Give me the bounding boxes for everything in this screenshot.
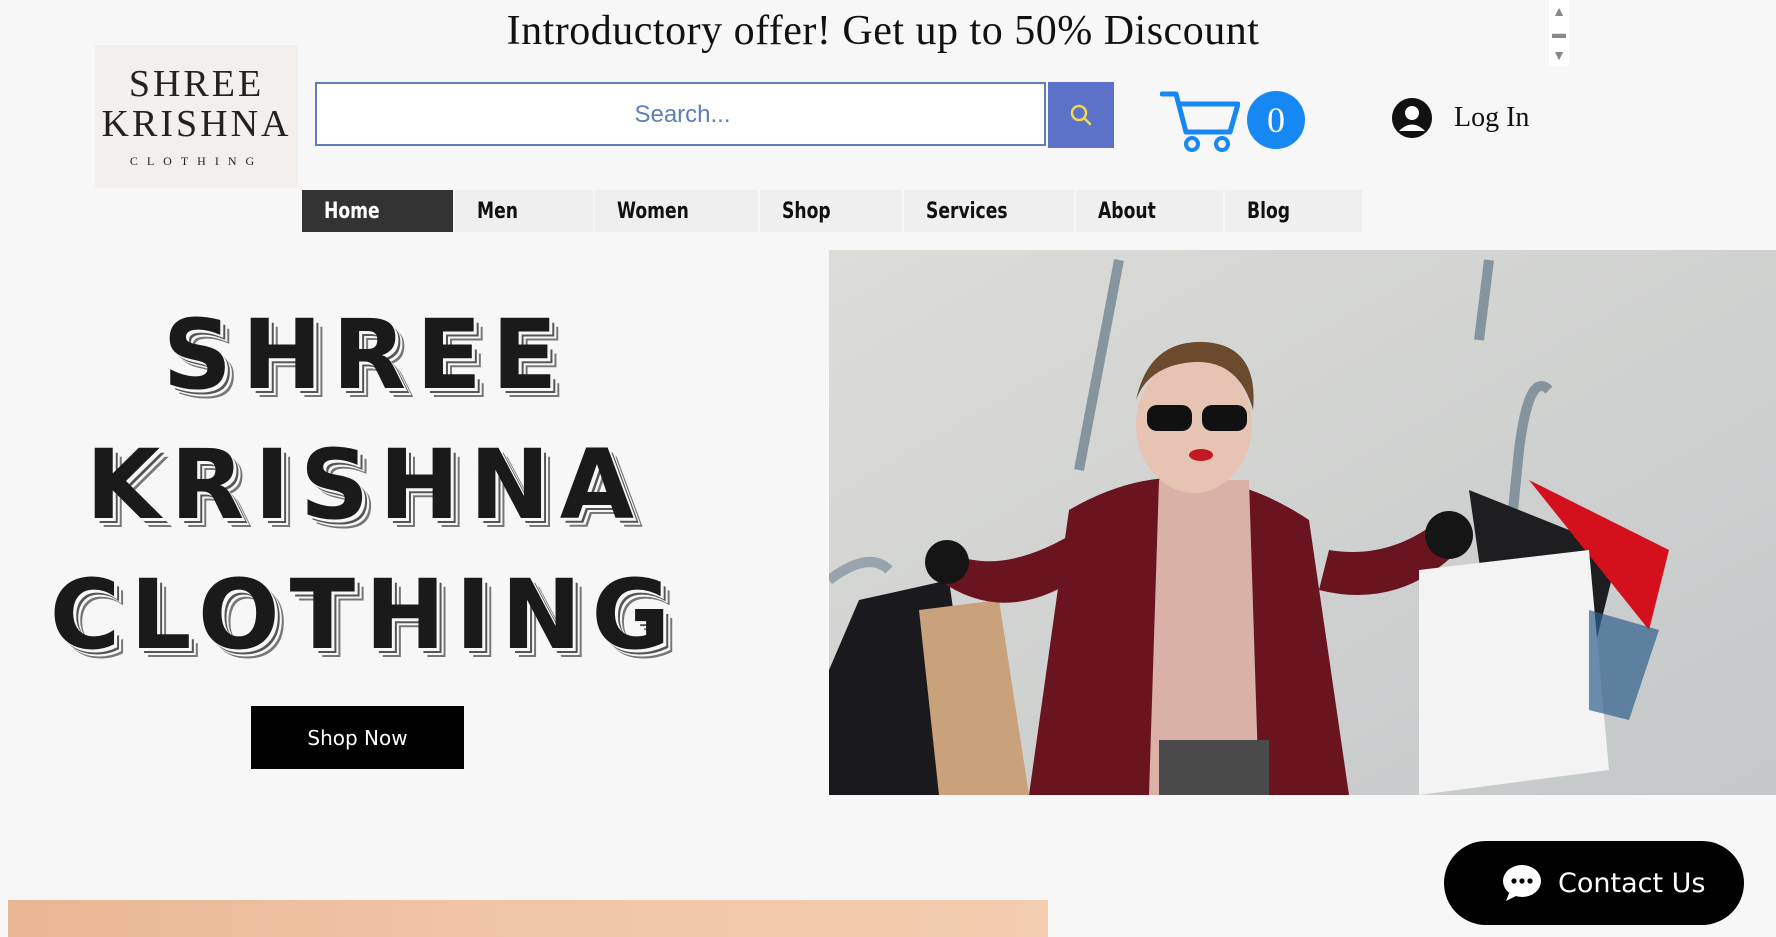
contact-us-label: Contact Us [1558,867,1706,899]
hero-title-line-1: SHREE [162,299,568,411]
ticker-up-icon[interactable]: ▲ [1552,4,1566,18]
hero-title-line-3: CLOTHING [49,559,681,671]
shop-now-button[interactable]: Shop Now [251,706,464,769]
search-icon [1070,104,1092,126]
search-input[interactable] [317,84,1048,146]
hero-title: SHREE KRISHNA CLOTHING [40,290,690,680]
chat-bubble-icon [1503,865,1541,901]
login-label: Log In [1454,102,1530,133]
cart-count-badge[interactable]: 0 [1247,91,1305,149]
secondary-banner-image [8,900,1048,937]
main-nav: Home Men Women Shop Services About Blog [302,190,1364,232]
search-button[interactable] [1048,82,1114,148]
announcement-ticker-controls[interactable]: ▲ ▬ ▼ [1549,0,1569,66]
login-button[interactable]: Log In [1392,96,1529,140]
search-box [315,82,1048,146]
cart-icon [1159,91,1241,152]
nav-item-blog[interactable]: Blog [1225,190,1362,232]
site-logo[interactable]: SHREE KRISHNA CLOTHING [95,45,298,188]
logo-line-1: SHREE [128,63,265,105]
nav-item-services[interactable]: Services [904,190,1074,232]
hero-image [829,250,1776,795]
hero-title-line-2: KRISHNA [85,429,645,541]
nav-item-shop[interactable]: Shop [760,190,902,232]
ticker-down-icon[interactable]: ▼ [1552,48,1566,62]
nav-item-about[interactable]: About [1076,190,1223,232]
contact-us-button[interactable]: Contact Us [1444,841,1744,925]
nav-item-women[interactable]: Women [595,190,758,232]
ticker-dash-icon: ▬ [1552,25,1566,41]
user-avatar-icon [1392,98,1432,138]
nav-item-home[interactable]: Home [302,190,453,232]
nav-item-men[interactable]: Men [455,190,593,232]
logo-line-2: KRISHNA [101,103,292,145]
announcement-text: Introductory offer! Get up to 50% Discou… [506,8,1260,54]
logo-line-3: CLOTHING [129,154,264,168]
